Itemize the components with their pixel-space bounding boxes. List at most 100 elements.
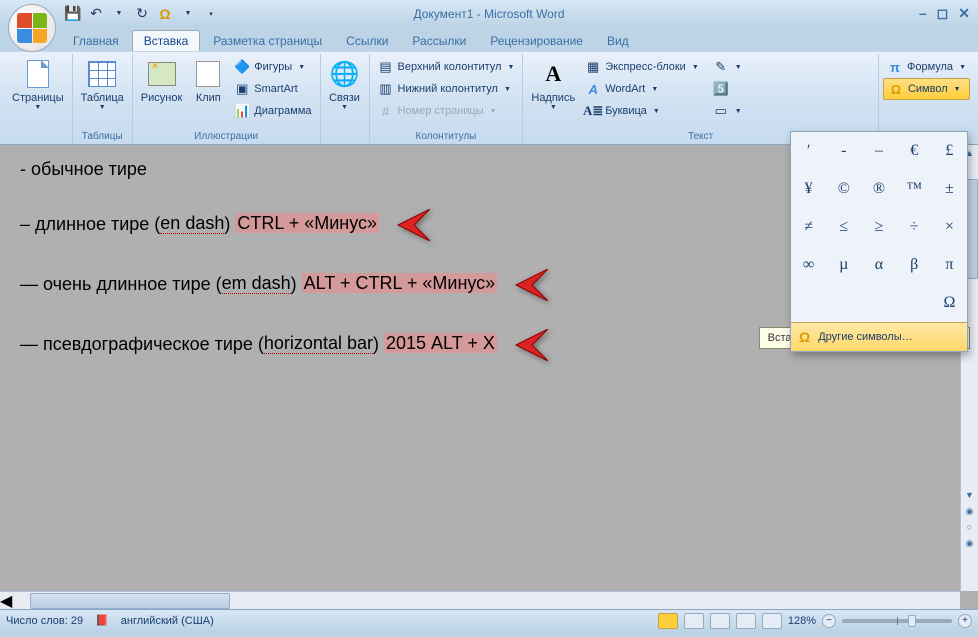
datetime-button[interactable]: 5️⃣: [709, 78, 746, 100]
close-button[interactable]: ✕: [958, 5, 970, 22]
symbol-cell[interactable]: β: [897, 246, 932, 284]
signature-icon: ✎: [713, 59, 729, 75]
symbol-cell[interactable]: ≥: [861, 208, 896, 246]
wordart-icon: A: [585, 81, 601, 97]
clipart-button[interactable]: Клип: [188, 56, 228, 106]
dropcap-button[interactable]: A≣Буквица▼: [581, 100, 703, 122]
minimize-button[interactable]: –: [919, 5, 927, 22]
symbol-button[interactable]: ΩСимвол▼: [883, 78, 970, 100]
zoom-out-button[interactable]: −: [822, 614, 836, 628]
save-button[interactable]: 💾: [62, 3, 84, 25]
footer-button[interactable]: ▥Нижний колонтитул▼: [374, 78, 519, 100]
symbol-cell[interactable]: €: [897, 132, 932, 170]
quickparts-icon: ▦: [585, 59, 601, 75]
clipart-icon: [192, 58, 224, 90]
tab-review[interactable]: Рецензирование: [479, 31, 594, 51]
symbol-cell[interactable]: ÷: [897, 208, 932, 246]
ribbon-tabs: Главная Вставка Разметка страницы Ссылки…: [0, 27, 978, 51]
symbol-cell[interactable]: ¥: [791, 170, 826, 208]
symbol-cell[interactable]: ©: [826, 170, 861, 208]
chart-button[interactable]: 📊Диаграмма: [230, 100, 315, 122]
symbol-cell[interactable]: ‒: [861, 132, 896, 170]
omega-icon: Ω: [888, 81, 904, 97]
undo-button[interactable]: ↶: [85, 3, 107, 25]
next-page-button[interactable]: ◉: [962, 535, 978, 551]
textbox-icon: A: [537, 58, 569, 90]
symbol-cell[interactable]: -: [826, 132, 861, 170]
quickparts-button[interactable]: ▦Экспресс-блоки▼: [581, 56, 703, 78]
picture-icon: [146, 58, 178, 90]
qat-customize[interactable]: ▾: [200, 3, 222, 25]
chevron-down-icon: ▼: [692, 64, 699, 71]
view-outline[interactable]: [736, 613, 756, 629]
tab-view[interactable]: Вид: [596, 31, 640, 51]
wordart-button[interactable]: AWordArt▼: [581, 78, 703, 100]
qat-dropdown[interactable]: ▼: [108, 3, 130, 25]
redo-button[interactable]: ↻: [131, 3, 153, 25]
view-draft[interactable]: [762, 613, 782, 629]
tab-references[interactable]: Ссылки: [335, 31, 399, 51]
header-button[interactable]: ▤Верхний колонтитул▼: [374, 56, 519, 78]
symbol-cell[interactable]: α: [861, 246, 896, 284]
zoom-slider[interactable]: [842, 619, 952, 623]
tab-insert[interactable]: Вставка: [132, 30, 201, 51]
horizontal-scrollbar[interactable]: ◀: [0, 591, 960, 609]
symbol-cell[interactable]: ≤: [826, 208, 861, 246]
table-button[interactable]: Таблица ▼: [77, 56, 128, 113]
equation-button[interactable]: πФормула▼: [883, 56, 970, 78]
symbol-cell[interactable]: Ω: [932, 284, 967, 322]
picture-button[interactable]: Рисунок: [137, 56, 187, 106]
symbol-cell[interactable]: ʹ: [791, 132, 826, 170]
symbol-cell[interactable]: £: [932, 132, 967, 170]
browse-object-button[interactable]: ○: [962, 519, 978, 535]
symbol-cell[interactable]: ≠: [791, 208, 826, 246]
scroll-thumb-h[interactable]: [30, 593, 230, 609]
view-print-layout[interactable]: [658, 613, 678, 629]
page-icon: [22, 58, 54, 90]
scroll-left-button[interactable]: ◀: [0, 591, 12, 611]
symbol-cell[interactable]: ™: [897, 170, 932, 208]
symbol-cell[interactable]: ®: [861, 170, 896, 208]
word-count[interactable]: Число слов: 29: [6, 615, 83, 627]
maximize-button[interactable]: ◻: [937, 5, 949, 22]
chevron-down-icon: ▼: [651, 86, 658, 93]
omega-icon: Ω: [799, 329, 810, 345]
scroll-down-button[interactable]: ▼: [962, 487, 978, 503]
symbol-qat-button[interactable]: Ω: [154, 3, 176, 25]
tab-home[interactable]: Главная: [62, 31, 130, 51]
chevron-down-icon: ▼: [341, 104, 348, 111]
status-bar: Число слов: 29 📕 английский (США) 128% −…: [0, 609, 978, 631]
links-button[interactable]: 🌐 Связи ▼: [325, 56, 365, 113]
symbol-cell[interactable]: ×: [932, 208, 967, 246]
shapes-button[interactable]: 🔷Фигуры▼: [230, 56, 315, 78]
zoom-in-button[interactable]: +: [958, 614, 972, 628]
red-arrow-icon: [508, 329, 548, 361]
chart-icon: 📊: [234, 103, 250, 119]
language-indicator[interactable]: английский (США): [121, 615, 214, 627]
proofing-icon[interactable]: 📕: [95, 614, 109, 627]
zoom-level[interactable]: 128%: [788, 615, 816, 627]
signature-button[interactable]: ✎▼: [709, 56, 746, 78]
tab-page-layout[interactable]: Разметка страницы: [202, 31, 333, 51]
view-web-layout[interactable]: [710, 613, 730, 629]
symbol-cell[interactable]: ±: [932, 170, 967, 208]
smartart-button[interactable]: ▣SmartArt: [230, 78, 315, 100]
chevron-down-icon: ▼: [116, 10, 123, 17]
symbol-cell[interactable]: µ: [826, 246, 861, 284]
textbox-button[interactable]: A Надпись ▼: [527, 56, 579, 113]
office-button[interactable]: [8, 4, 56, 52]
more-symbols-button[interactable]: Ω Другие символы…: [791, 322, 967, 351]
prev-page-button[interactable]: ◉: [962, 503, 978, 519]
qat-dropdown-2[interactable]: ▼: [177, 3, 199, 25]
symbol-cell[interactable]: ∞: [791, 246, 826, 284]
symbol-cell[interactable]: π: [932, 246, 967, 284]
tab-mailings[interactable]: Рассылки: [401, 31, 477, 51]
quick-access-toolbar: 💾 ↶ ▼ ↻ Ω ▼ ▾: [62, 0, 222, 27]
zoom-slider-knob[interactable]: [908, 615, 916, 627]
pages-button[interactable]: Страницы ▼: [8, 56, 68, 113]
save-icon: 💾: [64, 5, 81, 22]
page-number-button[interactable]: #Номер страницы▼: [374, 100, 519, 122]
object-button[interactable]: ▭▼: [709, 100, 746, 122]
chevron-down-icon: ▼: [490, 108, 497, 115]
view-full-screen[interactable]: [684, 613, 704, 629]
